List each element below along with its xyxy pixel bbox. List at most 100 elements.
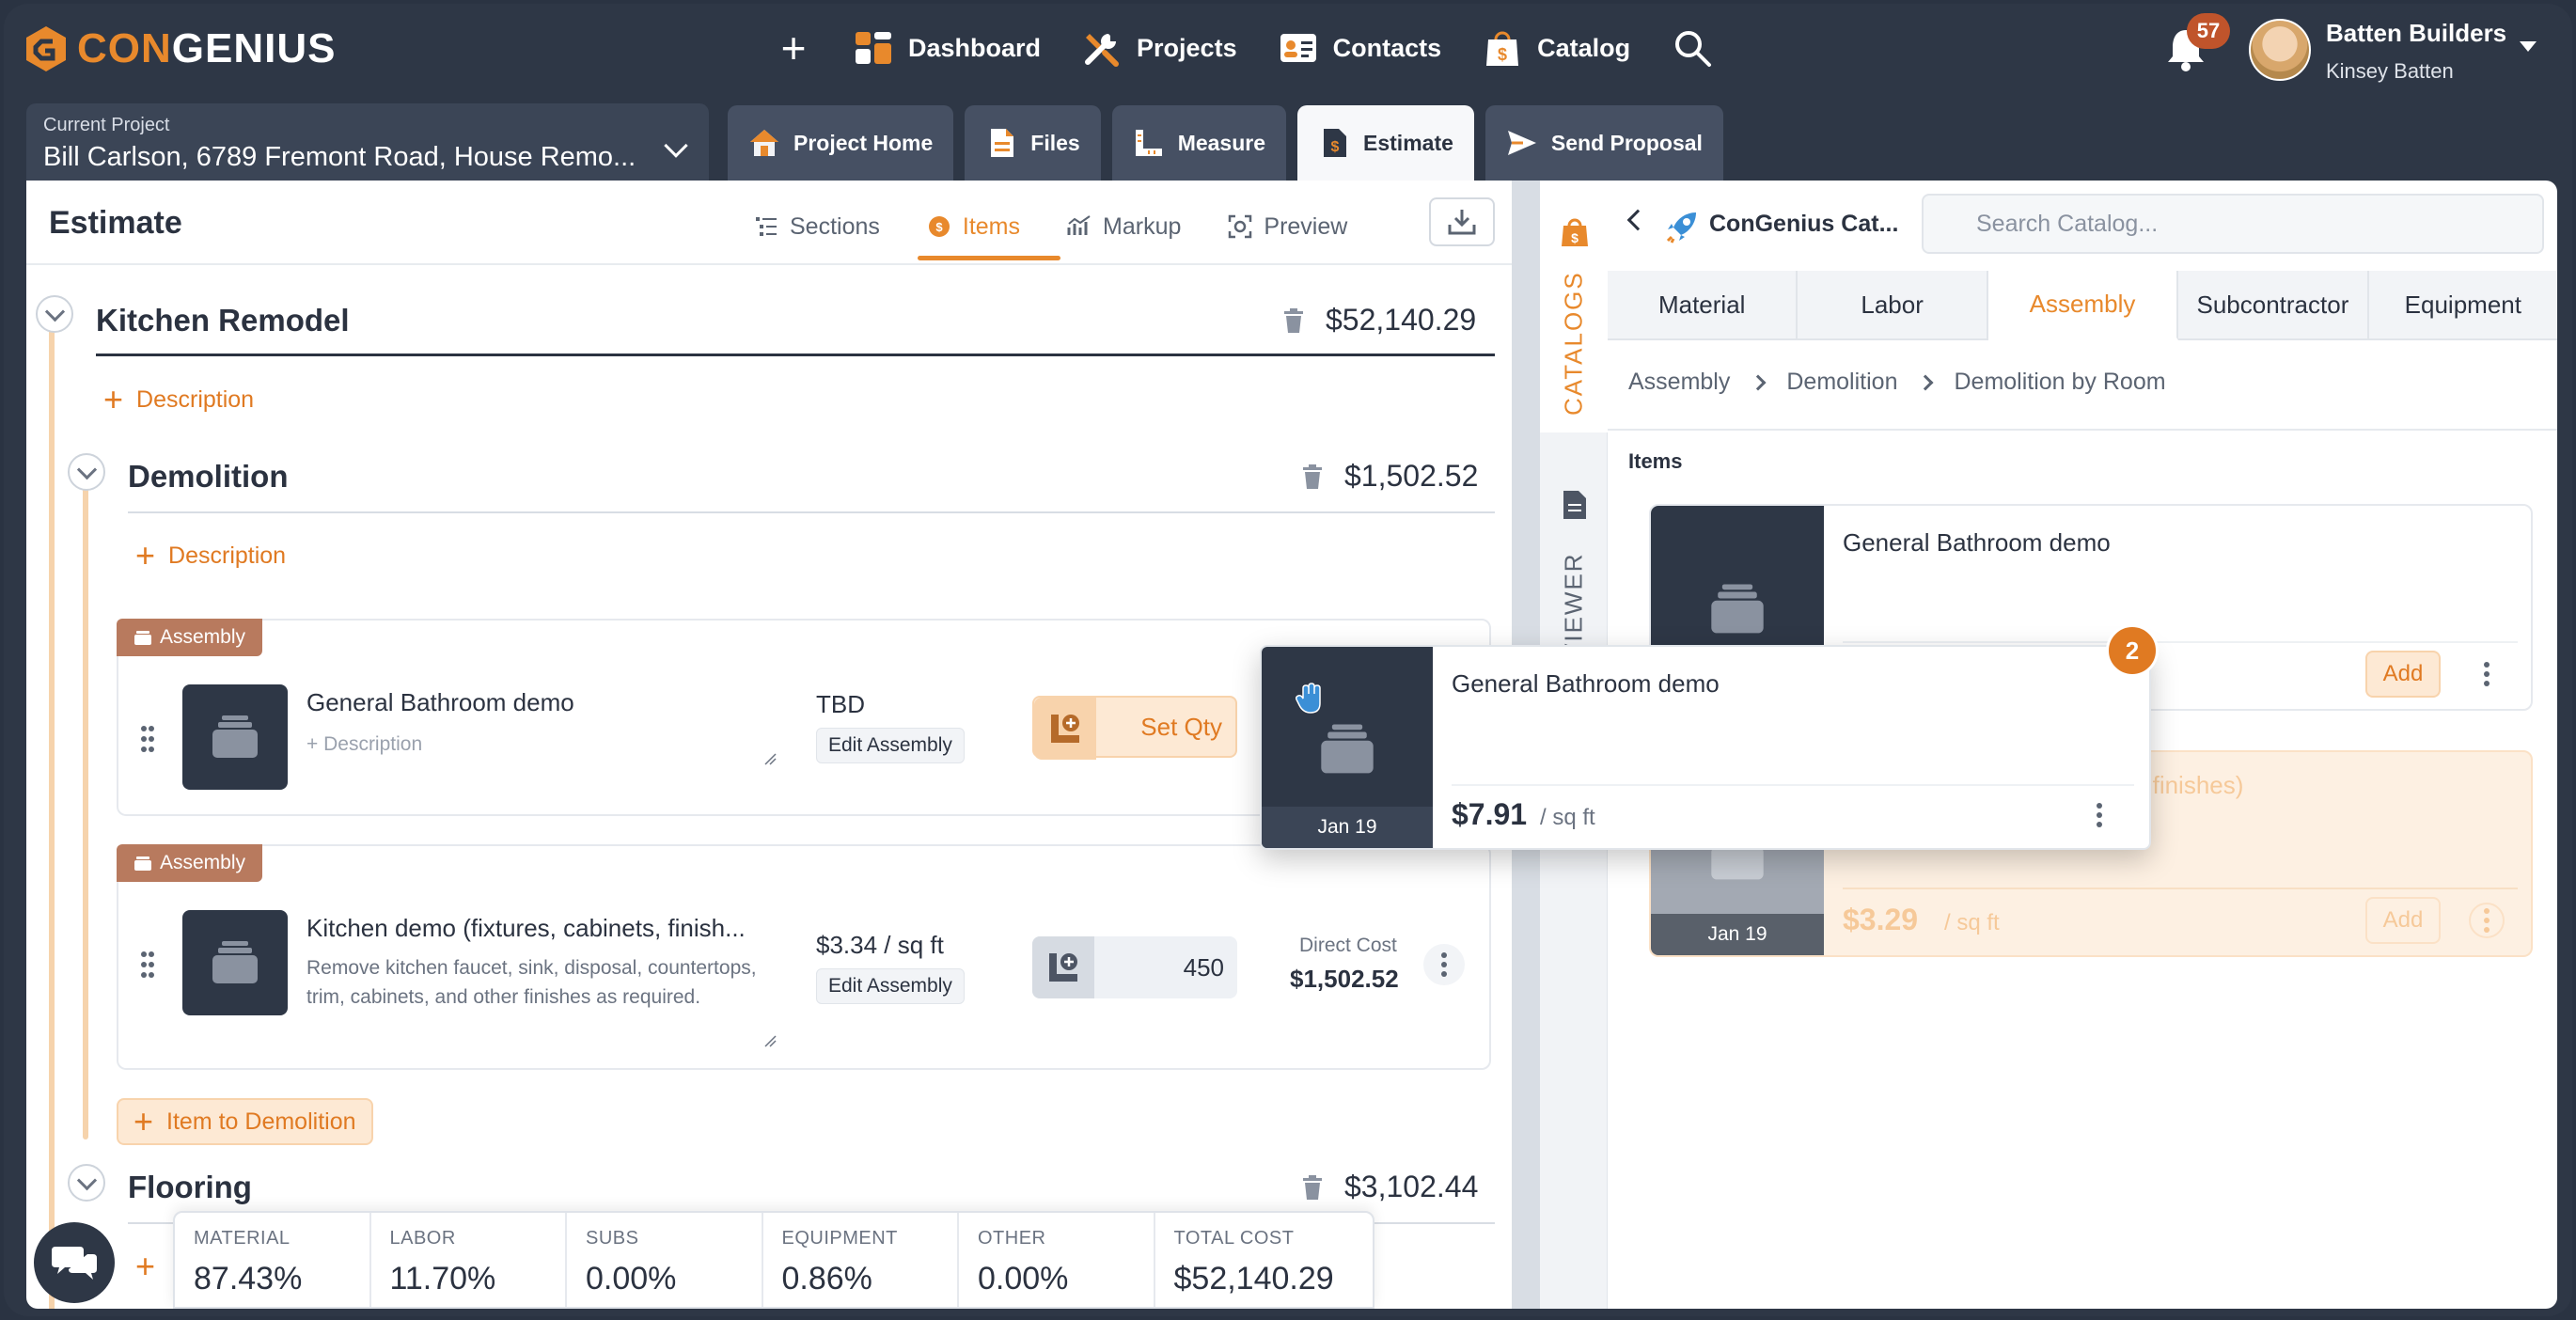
chat-button[interactable] bbox=[34, 1222, 115, 1303]
nav-catalog[interactable]: $ Catalog bbox=[1483, 28, 1630, 68]
more-options-icon[interactable] bbox=[2081, 797, 2117, 833]
avatar[interactable] bbox=[2249, 19, 2311, 81]
item-name[interactable]: General Bathroom demo bbox=[306, 688, 574, 717]
congenius-logo-icon bbox=[26, 26, 66, 71]
tab-send-proposal[interactable]: Send Proposal bbox=[1484, 105, 1723, 181]
quantity-input[interactable]: 450 bbox=[1032, 936, 1237, 998]
user-info[interactable]: Batten Builders Kinsey Batten bbox=[2326, 19, 2506, 84]
item-date: Jan 19 bbox=[1651, 914, 1824, 955]
svg-text:$: $ bbox=[1571, 230, 1579, 245]
tab-sections[interactable]: Sections bbox=[754, 207, 880, 246]
item-thumbnail bbox=[182, 684, 288, 790]
tab-project-home[interactable]: Project Home bbox=[728, 105, 954, 181]
tab-files[interactable]: Files bbox=[965, 105, 1101, 181]
item-description-input[interactable]: + Description bbox=[306, 730, 422, 759]
catalogs-tab[interactable]: CATALOGS bbox=[1546, 271, 1602, 416]
edit-assembly-button[interactable]: Edit Assembly bbox=[816, 728, 965, 763]
tab-estimate[interactable]: $ Estimate bbox=[1297, 105, 1474, 181]
add-button[interactable]: Add bbox=[2365, 651, 2441, 698]
catalog-item-price: $7.91 bbox=[1452, 797, 1528, 831]
summary-material: MATERIAL 87.43% bbox=[175, 1213, 371, 1307]
tab-subcontractor[interactable]: Subcontractor bbox=[2178, 271, 2369, 338]
company-name: Batten Builders bbox=[2326, 19, 2507, 47]
assembly-tag: Assembly bbox=[117, 844, 263, 882]
section-total: $1,502.52 bbox=[1301, 459, 1478, 494]
add-button[interactable]: Add bbox=[2365, 897, 2441, 944]
more-options-icon[interactable] bbox=[2469, 903, 2505, 938]
tab-assembly[interactable]: Assembly bbox=[1987, 271, 2179, 340]
collapse-flooring[interactable] bbox=[68, 1164, 105, 1202]
breadcrumb-demolition-by-room[interactable]: Demolition by Room bbox=[1954, 369, 2165, 396]
ruler-icon bbox=[1135, 130, 1162, 156]
tab-preview[interactable]: Preview bbox=[1228, 207, 1347, 246]
tab-labor[interactable]: Labor bbox=[1798, 271, 1988, 338]
plus-icon: + bbox=[134, 1102, 154, 1140]
nav-contacts[interactable]: Contacts bbox=[1279, 28, 1441, 68]
tab-measure[interactable]: Measure bbox=[1111, 105, 1287, 181]
add-item-to-demolition-button[interactable]: + Item to Demolition bbox=[117, 1098, 373, 1145]
nav-projects[interactable]: Projects bbox=[1082, 28, 1237, 68]
catalog-item-name: General Bathroom demo bbox=[1452, 669, 1720, 698]
chevron-down-icon[interactable] bbox=[2520, 41, 2537, 52]
user-name: Kinsey Batten bbox=[2326, 59, 2454, 83]
tab-items[interactable]: $ Items bbox=[927, 207, 1020, 246]
resize-handle-icon[interactable] bbox=[763, 1034, 777, 1047]
nav-dashboard[interactable]: Dashboard bbox=[854, 28, 1041, 68]
project-selector[interactable]: Current Project Bill Carlson, 6789 Fremo… bbox=[26, 103, 709, 181]
active-tab-indicator bbox=[918, 256, 1060, 260]
list-icon bbox=[756, 217, 777, 236]
edit-assembly-button[interactable]: Edit Assembly bbox=[816, 968, 965, 1004]
collapse-demolition[interactable] bbox=[68, 453, 105, 491]
divider bbox=[1452, 784, 2134, 786]
catalog-title: ConGenius Cat... bbox=[1709, 211, 1899, 237]
trash-icon[interactable] bbox=[1282, 307, 1305, 334]
search-icon[interactable] bbox=[1672, 27, 1713, 69]
breadcrumb-assembly[interactable]: Assembly bbox=[1628, 369, 1730, 396]
logo-text: CONGENIUS bbox=[77, 25, 337, 71]
add-description-button[interactable]: + bbox=[135, 1249, 155, 1283]
tab-material[interactable]: Material bbox=[1608, 271, 1798, 338]
add-icon[interactable]: + bbox=[775, 24, 812, 71]
chat-icon bbox=[52, 1247, 97, 1280]
catalog-search-input[interactable]: Search Catalog... bbox=[1922, 194, 2544, 254]
catalog-bag-icon[interactable]: $ bbox=[1561, 216, 1589, 248]
direct-cost-value: $1,502.52 bbox=[1290, 965, 1399, 993]
breadcrumb-demolition[interactable]: Demolition bbox=[1786, 369, 1897, 396]
item-thumbnail bbox=[182, 910, 288, 1015]
drag-handle-icon[interactable] bbox=[139, 724, 156, 754]
collapse-kitchen-remodel[interactable] bbox=[36, 295, 73, 333]
plus-icon: + bbox=[103, 380, 124, 418]
catalog-item-unit: / sq ft bbox=[1540, 805, 1595, 830]
item-name[interactable]: Kitchen demo (fixtures, cabinets, finish… bbox=[306, 914, 746, 943]
cost-summary-bar: MATERIAL 87.43% LABOR 11.70% SUBS 0.00% EQU… bbox=[173, 1211, 1374, 1309]
more-options-icon[interactable] bbox=[2469, 656, 2505, 692]
trash-icon[interactable] bbox=[1301, 464, 1324, 490]
viewer-tab[interactable]: VIEWER bbox=[1546, 547, 1602, 660]
tab-equipment[interactable]: Equipment bbox=[2368, 271, 2558, 338]
assembly-icon bbox=[1711, 584, 1764, 634]
add-description-button[interactable]: + Description bbox=[103, 380, 254, 418]
main-nav: + Dashboard Projects Contacts $ Catalog bbox=[775, 24, 1713, 71]
section-divider bbox=[96, 354, 1495, 356]
more-options-icon[interactable] bbox=[1423, 944, 1465, 985]
item-date: Jan 19 bbox=[1262, 807, 1433, 848]
assembly-icon bbox=[212, 941, 258, 983]
add-description-button[interactable]: + Description bbox=[135, 539, 286, 573]
dragged-catalog-item[interactable]: Jan 19 General Bathroom demo $7.91 / sq … bbox=[1260, 645, 2151, 850]
tab-markup[interactable]: Markup bbox=[1067, 207, 1181, 246]
assembly-icon bbox=[212, 715, 258, 758]
resize-handle-icon[interactable] bbox=[763, 752, 777, 765]
svg-text:$: $ bbox=[935, 220, 943, 234]
trash-icon[interactable] bbox=[1301, 1174, 1324, 1201]
summary-subs: SUBS 0.00% bbox=[567, 1213, 763, 1307]
estimate-tabs: Sections $ Items Markup Preview bbox=[754, 207, 1347, 246]
logo[interactable]: CONGENIUS bbox=[24, 24, 336, 73]
back-icon[interactable] bbox=[1626, 209, 1649, 231]
assembly-icon bbox=[134, 631, 151, 645]
drag-handle-icon[interactable] bbox=[139, 950, 156, 980]
notification-badge: 57 bbox=[2187, 13, 2230, 49]
download-button[interactable] bbox=[1429, 197, 1495, 246]
set-qty-button[interactable]: Set Qty bbox=[1032, 696, 1237, 760]
document-icon[interactable] bbox=[1561, 489, 1589, 521]
item-description-input[interactable]: Remove kitchen faucet, sink, disposal, c… bbox=[306, 953, 767, 1012]
